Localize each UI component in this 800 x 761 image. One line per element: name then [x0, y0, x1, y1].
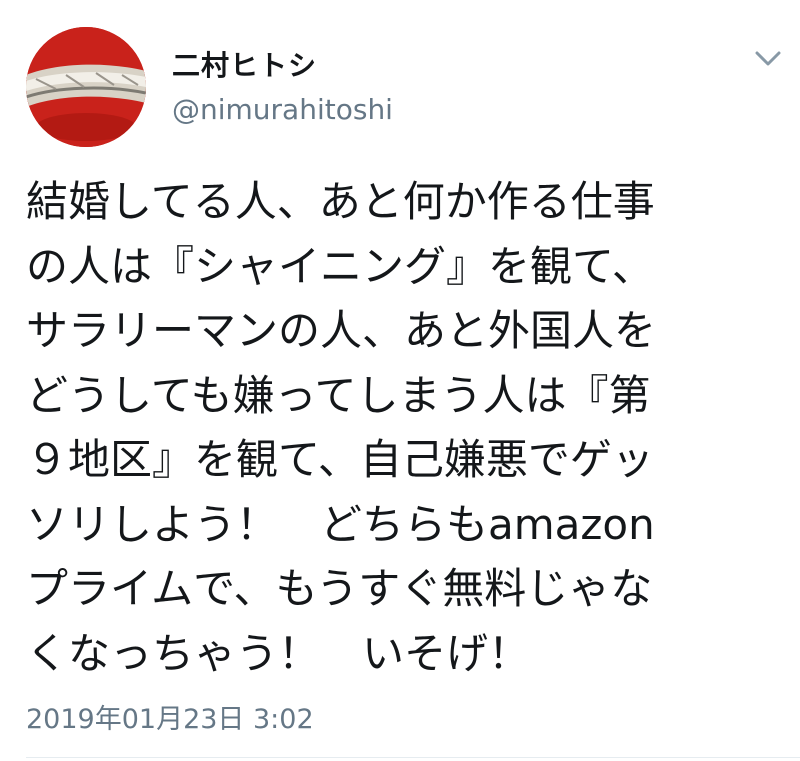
tweet-text-line: くなっちゃう！ いそげ！: [26, 628, 531, 678]
tweet-text-line: の人は『シャイニング』を観て、: [26, 241, 654, 291]
divider: [26, 757, 800, 758]
tweet-text-line: プライムで、もうすぐ無料じゃな: [26, 564, 653, 613]
chevron-down-icon[interactable]: [752, 46, 784, 70]
tweet-text-line: 結婚してる人、あと何か作る仕事: [26, 177, 655, 226]
tweet-text-line: ソリしよう！ どちらもamazon: [26, 499, 655, 549]
tweet-text-line: サラリーマンの人、あと外国人を: [26, 306, 657, 355]
user-handle[interactable]: @nimurahitoshi: [172, 93, 393, 126]
tweet-text: 結婚してる人、あと何か作る仕事 の人は『シャイニング』を観て、 サラリーマンの人…: [26, 170, 786, 686]
display-name[interactable]: 二村ヒトシ: [172, 44, 317, 84]
tweet-timestamp[interactable]: 2019年01月23日 3:02: [26, 697, 314, 736]
tweet-card: 二村ヒトシ @nimurahitoshi 結婚してる人、あと何か作る仕事 の人は…: [0, 0, 800, 761]
avatar-image: [26, 27, 146, 147]
tweet-text-line: ９地区』を観て、自己嫌悪でゲッ: [26, 435, 654, 484]
tweet-text-line: どうしても嫌ってしまう人は『第: [26, 370, 651, 420]
avatar[interactable]: [26, 27, 146, 147]
